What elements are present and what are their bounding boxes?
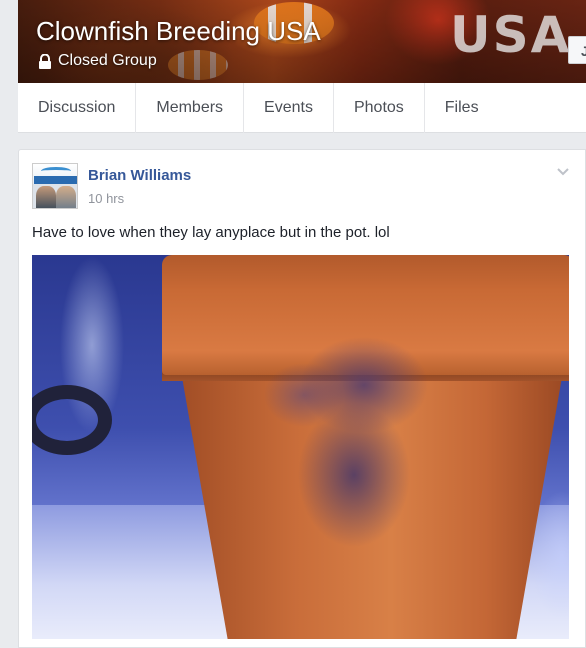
tab-members[interactable]: Members [136, 83, 245, 133]
group-cover-photo[interactable]: USA Clownfish Breeding USA Closed Group … [18, 0, 586, 83]
group-privacy: Closed Group [38, 52, 157, 70]
group-tabs: Discussion Members Events Photos Files [18, 83, 586, 133]
avatar-logo-wave [41, 167, 71, 175]
post-photo[interactable] [32, 255, 569, 639]
group-title[interactable]: Clownfish Breeding USA [36, 16, 321, 47]
post-author-link[interactable]: Brian Williams [88, 167, 191, 184]
group-privacy-label: Closed Group [58, 52, 157, 69]
join-group-button[interactable]: Join [568, 36, 586, 64]
post-timestamp[interactable]: 10 hrs [88, 191, 124, 206]
post-card: Brian Williams 10 hrs Have to love when … [18, 149, 586, 648]
tab-files[interactable]: Files [425, 83, 499, 133]
tab-discussion[interactable]: Discussion [18, 83, 137, 133]
avatar[interactable] [32, 163, 78, 209]
photo-glow [502, 475, 569, 635]
post-text: Have to love when they lay anyplace but … [32, 224, 390, 241]
cover-usa-text: USA [450, 6, 572, 64]
avatar-person [36, 186, 56, 208]
photo-egg-clutch [244, 315, 474, 555]
tab-events[interactable]: Events [244, 83, 334, 133]
chevron-down-icon[interactable] [556, 164, 570, 178]
tab-photos[interactable]: Photos [334, 83, 425, 133]
avatar-person [56, 186, 76, 208]
lock-icon [38, 53, 52, 69]
avatar-brand-strip [34, 176, 77, 184]
